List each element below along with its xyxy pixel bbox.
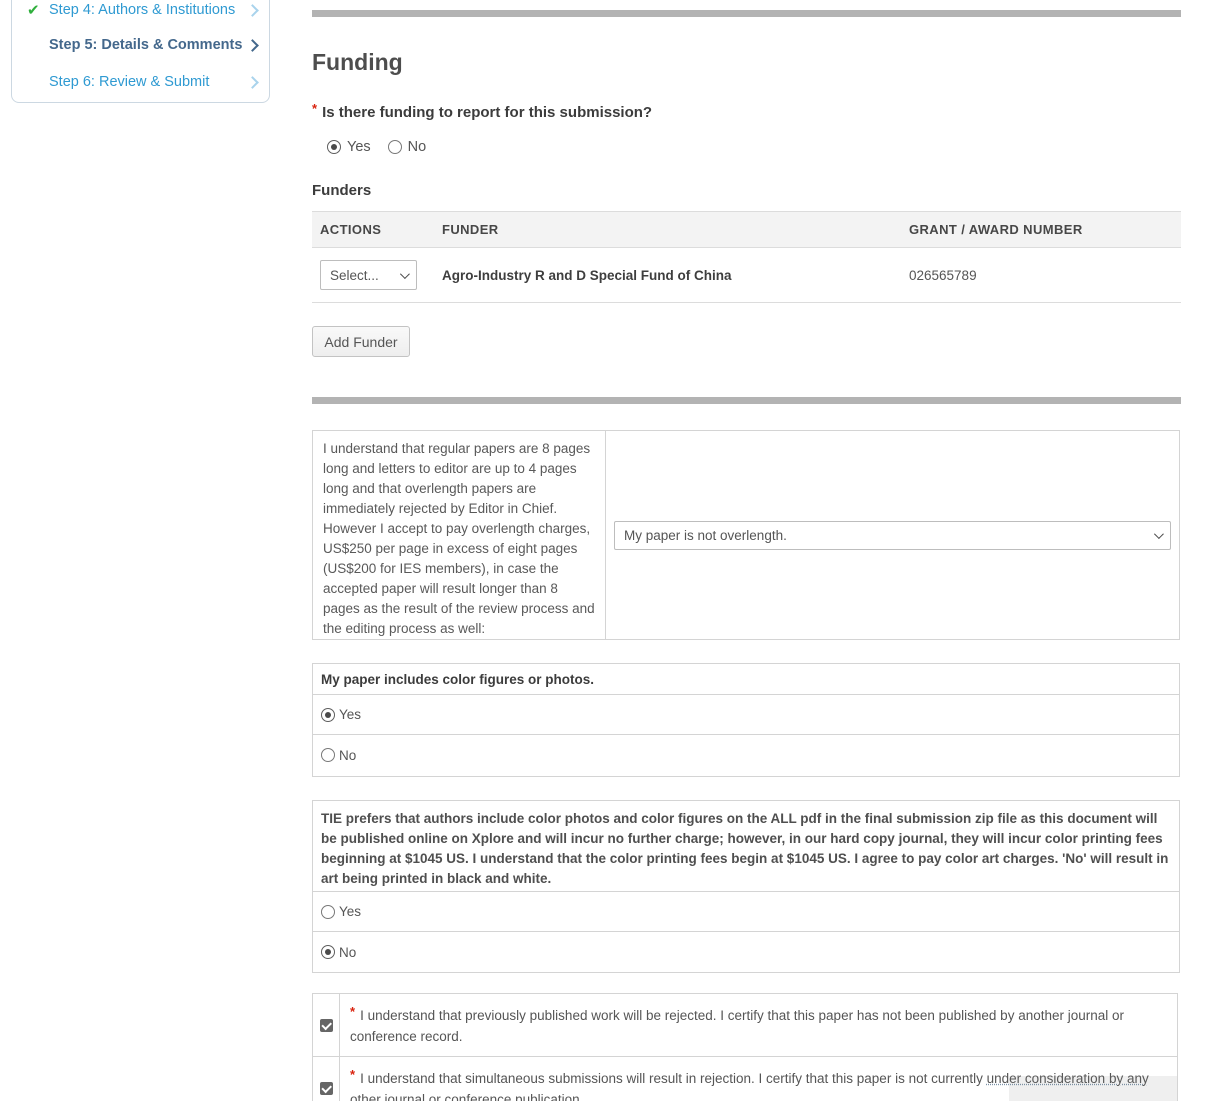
- table-row: Select... Agro-Industry R and D Special …: [312, 248, 1181, 303]
- certification-text: I understand that simultaneous submissio…: [360, 1071, 987, 1086]
- step-4-label: Step 4: Authors & Institutions: [49, 2, 236, 18]
- color-figures-yes-label: Yes: [339, 707, 362, 722]
- section-divider: [312, 10, 1181, 17]
- tooltip-overlay-artifact: [1009, 1076, 1177, 1101]
- certification-row-previously-published: * I understand that previously published …: [313, 994, 1177, 1057]
- color-figures-no-option[interactable]: No: [313, 735, 1179, 775]
- funding-question: * Is there funding to report for this sub…: [312, 101, 652, 121]
- column-header-actions: ACTIONS: [320, 222, 382, 237]
- required-asterisk: *: [312, 101, 318, 116]
- funding-yes-radio[interactable]: [327, 140, 341, 154]
- color-charges-yes-option[interactable]: Yes: [313, 892, 1179, 932]
- color-figures-no-label: No: [339, 747, 357, 763]
- previously-published-checkbox[interactable]: [319, 1018, 333, 1032]
- chevron-right-icon: [246, 75, 259, 89]
- color-figures-yes-radio[interactable]: [321, 707, 335, 722]
- step-6-label: Step 6: Review & Submit: [49, 74, 210, 90]
- required-asterisk: *: [350, 1004, 356, 1019]
- funding-radio-group: Yes No: [327, 139, 426, 155]
- color-charges-no-radio[interactable]: [321, 945, 335, 959]
- funders-table: ACTIONS FUNDER GRANT / AWARD NUMBER Sele…: [312, 211, 1181, 303]
- certification-text: I understand that previously published w…: [350, 1008, 1125, 1044]
- funding-yes-option[interactable]: Yes: [327, 139, 371, 155]
- overlength-select-value: My paper is not overlength.: [624, 527, 787, 543]
- funder-name: Agro-Industry R and D Special Fund of Ch…: [442, 267, 732, 283]
- chevron-right-icon: [246, 38, 259, 52]
- actions-select-value: Select...: [330, 267, 379, 283]
- column-header-funder: FUNDER: [442, 222, 499, 237]
- chevron-right-icon: [246, 3, 259, 17]
- overlength-statement: I understand that regular papers are 8 p…: [313, 431, 606, 639]
- column-header-grant-number: GRANT / AWARD NUMBER: [909, 222, 1083, 237]
- sidebar-item-step-4[interactable]: Step 4: Authors & Institutions: [27, 0, 259, 22]
- funding-yes-label: Yes: [347, 139, 371, 155]
- color-figures-block: My paper includes color figures or photo…: [312, 663, 1180, 777]
- overlength-agreement-block: I understand that regular papers are 8 p…: [312, 430, 1180, 640]
- submission-steps-card: Step 4: Authors & Institutions Step 5: D…: [11, 0, 270, 103]
- funding-no-radio[interactable]: [387, 140, 402, 154]
- simultaneous-submission-checkbox[interactable]: [319, 1081, 333, 1095]
- funders-heading: Funders: [312, 182, 372, 199]
- chevron-down-icon: [1153, 528, 1164, 539]
- funding-no-label: No: [407, 139, 427, 155]
- color-figures-yes-option[interactable]: Yes: [313, 695, 1179, 735]
- submission-details-page: Step 4: Authors & Institutions Step 5: D…: [0, 0, 1219, 1101]
- sidebar-item-step-6[interactable]: Step 6: Review & Submit: [27, 70, 259, 94]
- color-charges-block: TIE prefers that authors include color p…: [312, 800, 1180, 973]
- color-charges-no-option[interactable]: No: [313, 932, 1179, 972]
- color-charges-yes-radio[interactable]: [321, 904, 335, 919]
- funding-no-option[interactable]: No: [387, 139, 427, 155]
- required-asterisk: *: [350, 1067, 356, 1082]
- color-figures-no-radio[interactable]: [321, 748, 335, 762]
- color-figures-question: My paper includes color figures or photo…: [313, 664, 1179, 695]
- step-complete-check-icon: [27, 1, 40, 20]
- funders-table-header: ACTIONS FUNDER GRANT / AWARD NUMBER: [312, 211, 1181, 248]
- color-charges-statement: TIE prefers that authors include color p…: [313, 801, 1179, 892]
- funding-question-text: Is there funding to report for this subm…: [322, 104, 653, 121]
- sidebar-item-step-5[interactable]: Step 5: Details & Comments: [27, 33, 259, 57]
- funding-section-title: Funding: [312, 49, 403, 75]
- add-funder-button[interactable]: Add Funder: [312, 326, 410, 357]
- actions-select[interactable]: Select...: [320, 260, 417, 290]
- section-divider: [312, 397, 1181, 404]
- overlength-select[interactable]: My paper is not overlength.: [614, 520, 1171, 550]
- grant-award-number: 026565789: [909, 267, 977, 283]
- step-5-label: Step 5: Details & Comments: [49, 37, 243, 53]
- color-charges-yes-label: Yes: [339, 904, 362, 919]
- chevron-down-icon: [399, 268, 410, 279]
- color-charges-no-label: No: [339, 944, 357, 960]
